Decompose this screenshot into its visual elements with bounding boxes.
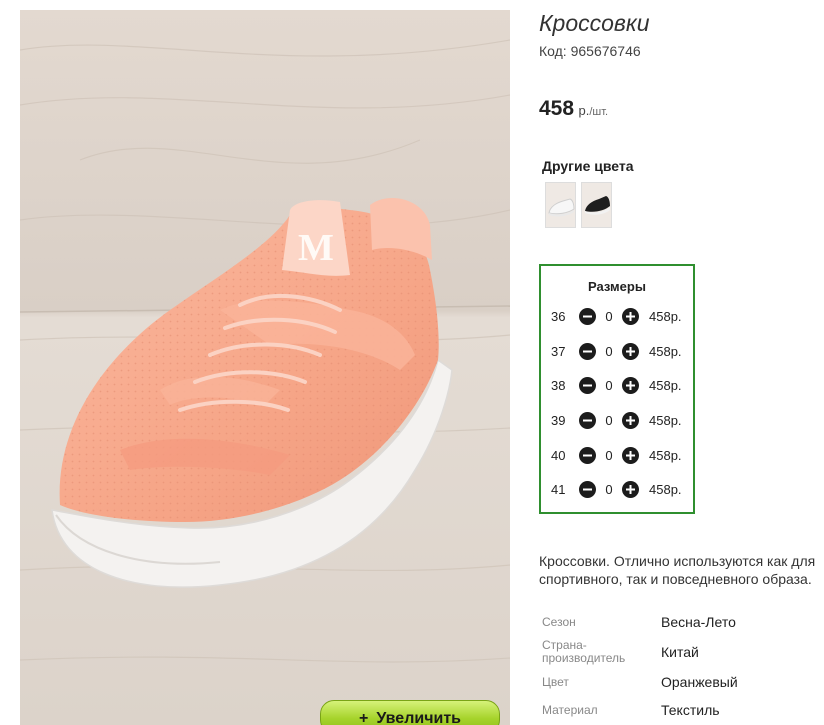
svg-text:M: M [298,227,334,269]
increase-button[interactable] [622,376,639,394]
plus-icon [626,484,635,494]
quantity-value: 0 [605,343,613,359]
size-label: 38 [551,377,566,393]
attribute-label: Материал [542,703,598,717]
white-sneaker-icon [546,183,575,227]
size-price: 458р. [649,412,682,428]
attribute-value: Весна-Лето [661,614,736,630]
plus-icon [626,415,635,425]
decrease-button[interactable] [579,411,596,429]
decrease-button[interactable] [579,446,596,464]
size-label: 36 [551,308,566,324]
decrease-button[interactable] [579,307,596,325]
price-per-unit: /шт. [589,106,609,118]
attribute-label: Цвет [542,675,569,689]
quantity-value: 0 [605,308,613,324]
quantity-value: 0 [605,447,613,463]
price-currency: р. [578,103,590,118]
attribute-label: Страна-производитель [542,638,626,665]
increase-button[interactable] [622,411,639,429]
size-row: 38 0 458р. [551,375,682,395]
size-label: 41 [551,481,566,497]
product-price: 458 р./шт. [539,97,608,121]
size-label: 40 [551,447,566,463]
plus-icon [626,311,635,321]
minus-icon [583,384,592,386]
product-photo[interactable]: M + Увеличить [20,10,510,725]
plus-icon: + [358,710,369,725]
attribute-label: Сезон [542,615,576,629]
size-row: 40 0 458р. [551,445,682,465]
quantity-value: 0 [605,377,613,393]
decrease-button[interactable] [579,480,596,498]
increase-button[interactable] [622,446,639,464]
price-value: 458 [539,97,575,120]
minus-icon [583,488,592,490]
color-swatch-white[interactable] [545,182,576,228]
decrease-button[interactable] [579,376,596,394]
size-label: 37 [551,343,566,359]
size-price: 458р. [649,447,682,463]
product-code: Код: 965676746 [539,43,641,59]
increase-button[interactable] [622,307,639,325]
product-description: Кроссовки. Отлично используются как для … [539,553,816,587]
size-row: 37 0 458р. [551,341,682,361]
minus-icon [583,454,592,456]
color-swatch-black[interactable] [581,182,612,228]
size-price: 458р. [649,343,682,359]
plus-icon [626,380,635,390]
size-price: 458р. [649,308,682,324]
sizes-panel: Размеры 36 0 458р. 37 0 458р. 38 0 458р.… [539,264,695,514]
zoom-label: Увеличить [376,710,461,725]
minus-icon [583,350,592,352]
increase-button[interactable] [622,342,639,360]
attribute-value: Оранжевый [661,674,738,690]
size-row: 36 0 458р. [551,306,682,326]
sneaker-image: M [20,10,510,725]
size-row: 39 0 458р. [551,410,682,430]
size-row: 41 0 458р. [551,479,682,499]
size-price: 458р. [649,377,682,393]
plus-icon [626,450,635,460]
zoom-button[interactable]: + Увеличить [320,700,500,725]
quantity-value: 0 [605,412,613,428]
increase-button[interactable] [622,480,639,498]
other-colors-heading: Другие цвета [542,158,634,174]
size-label: 39 [551,412,566,428]
minus-icon [583,419,592,421]
size-price: 458р. [649,481,682,497]
attribute-value: Текстиль [661,702,720,718]
black-sneaker-icon [582,183,611,227]
sizes-heading: Размеры [588,279,646,294]
minus-icon [583,315,592,317]
quantity-value: 0 [605,481,613,497]
attribute-value: Китай [661,644,699,660]
decrease-button[interactable] [579,342,596,360]
product-title: Кроссовки [539,10,650,36]
plus-icon [626,346,635,356]
